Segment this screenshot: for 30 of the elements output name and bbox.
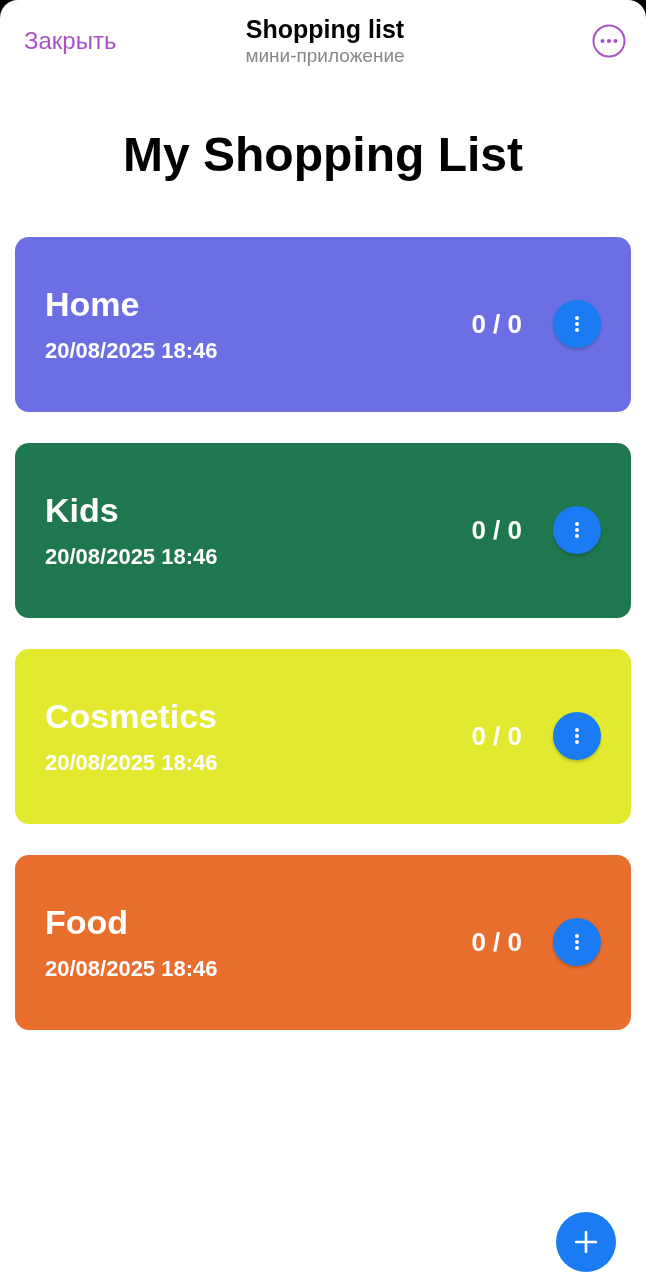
- list-name: Home: [45, 284, 141, 324]
- more-icon: [592, 24, 626, 58]
- list-name: Cosmetics: [45, 696, 218, 736]
- list-date: 20/08/2025 18:46: [45, 543, 219, 570]
- kebab-icon: [574, 521, 580, 540]
- kebab-icon: [574, 727, 580, 746]
- kebab-icon: [574, 315, 580, 334]
- list-date: 20/08/2025 18:46: [45, 749, 219, 776]
- kebab-icon: [574, 933, 580, 952]
- list-name: Kids: [45, 490, 120, 530]
- plus-icon: [575, 1231, 597, 1253]
- list-date: 20/08/2025 18:46: [45, 955, 219, 982]
- add-button[interactable]: [556, 1212, 616, 1272]
- item-count: 0 / 0: [471, 720, 522, 752]
- list-card[interactable]: Food 20/08/2025 18:46 0 / 0: [15, 854, 631, 1030]
- menu-button[interactable]: [553, 712, 601, 761]
- app-title: Shopping list: [245, 15, 405, 44]
- app-subtitle: мини-приложение: [245, 45, 405, 67]
- item-count: 0 / 0: [471, 926, 522, 958]
- list-card[interactable]: Home 20/08/2025 18:46 0 / 0: [15, 236, 631, 412]
- item-count: 0 / 0: [471, 514, 522, 546]
- close-button[interactable]: Закрыть: [24, 27, 144, 55]
- menu-button[interactable]: [553, 918, 601, 967]
- menu-button[interactable]: [553, 300, 601, 349]
- menu-button[interactable]: [553, 506, 601, 555]
- page-heading: My Shopping List: [122, 127, 524, 183]
- list-card[interactable]: Kids 20/08/2025 18:46 0 / 0: [15, 442, 631, 618]
- list-name: Food: [45, 902, 130, 942]
- item-count: 0 / 0: [471, 308, 522, 340]
- list-date: 20/08/2025 18:46: [45, 337, 219, 364]
